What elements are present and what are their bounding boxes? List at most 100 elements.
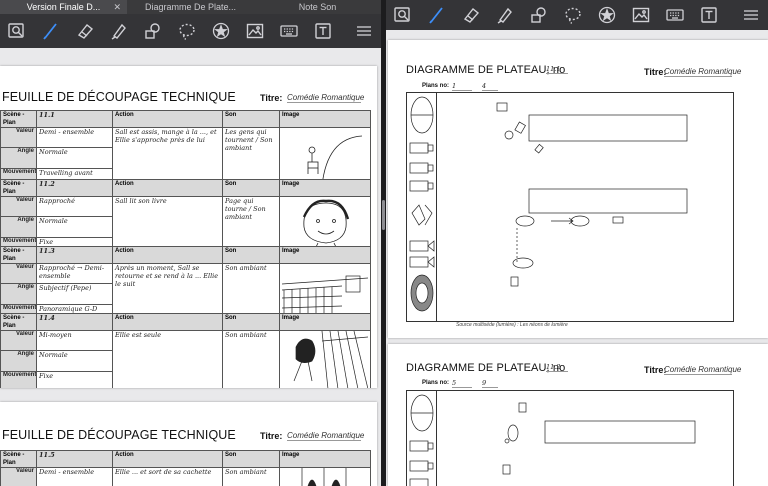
- action-cell[interactable]: Ellie ... et sort de sa cachette: [112, 467, 223, 486]
- keyboard-button[interactable]: [272, 16, 306, 46]
- son-header: Son: [222, 450, 280, 468]
- zoom-page-button[interactable]: [0, 16, 34, 46]
- action-header: Action: [112, 246, 223, 264]
- titre-label: Titre:: [260, 431, 283, 441]
- image-cell[interactable]: [279, 330, 371, 388]
- table-row: Valeur Demi - ensemble Ellie ... et sort…: [0, 467, 371, 486]
- stamp-button[interactable]: [204, 16, 238, 46]
- menu-button[interactable]: [734, 0, 768, 30]
- angle-value[interactable]: Normale: [36, 216, 113, 238]
- valeur-value[interactable]: Rapproché → Demi-ensemble: [36, 262, 113, 285]
- angle-value[interactable]: Normale: [36, 350, 113, 372]
- table-row: Scène - Plan 11.4 Action Son Image: [0, 313, 371, 331]
- angle-label: Angle: [0, 283, 37, 305]
- text-box-button[interactable]: [306, 16, 340, 46]
- son-cell[interactable]: Son ambiant: [222, 330, 280, 388]
- zoom-page-button[interactable]: [386, 0, 420, 30]
- image-header: Image: [279, 450, 371, 468]
- tab-note-son[interactable]: Note Son: [254, 0, 381, 14]
- pen-button[interactable]: [420, 0, 454, 30]
- eraser-button[interactable]: [454, 0, 488, 30]
- eraser-icon: [463, 8, 480, 23]
- diagram-number[interactable]: 11.1: [546, 65, 568, 74]
- image-header: Image: [279, 246, 371, 264]
- pen-icon: [43, 23, 57, 40]
- image-button[interactable]: [238, 16, 272, 46]
- camera-positions-column: [406, 390, 438, 486]
- close-icon[interactable]: ✕: [113, 0, 121, 14]
- keyboard-button[interactable]: [658, 0, 692, 30]
- set-plan-sketch: [496, 102, 688, 287]
- valeur-value[interactable]: Demi - ensemble: [36, 126, 113, 149]
- plan-number[interactable]: 11.5: [36, 450, 113, 468]
- storyboard-sketch: [307, 135, 363, 187]
- plan-number[interactable]: 11.2: [36, 179, 113, 197]
- table-row: Scène - Plan 11.1 Action Son Image: [0, 110, 371, 128]
- text-box-icon: [701, 7, 717, 23]
- valeur-label: Valeur: [0, 126, 37, 149]
- titre-label: Titre:: [260, 93, 283, 103]
- diagram-title: DIAGRAMME DE PLATEAU, no: [406, 64, 566, 76]
- image-button[interactable]: [624, 0, 658, 30]
- highlighter-icon: [111, 23, 126, 40]
- action-header: Action: [112, 450, 223, 468]
- plan-number[interactable]: 11.4: [36, 313, 113, 331]
- text-box-button[interactable]: [692, 0, 726, 30]
- scene-table: Scène - Plan 11.4 Action Son Image Valeu…: [0, 313, 371, 388]
- table-row: Valeur Rapproché → Demi-ensemble Après u…: [0, 262, 371, 325]
- plans-from[interactable]: 1: [452, 82, 472, 91]
- action-cell[interactable]: Ellie est seule: [112, 330, 223, 388]
- menu-button[interactable]: [347, 16, 381, 46]
- angle-value[interactable]: Normale: [36, 147, 113, 169]
- highlighter-icon: [497, 7, 512, 24]
- image-cell[interactable]: [279, 467, 371, 486]
- action-header: Action: [112, 179, 223, 197]
- zoom-page-icon: [8, 23, 24, 38]
- set-plan-area[interactable]: [436, 92, 734, 322]
- tab-label: Version Finale D...: [26, 2, 101, 12]
- lasso-button[interactable]: [170, 16, 204, 46]
- star-stamp-icon: [212, 22, 230, 40]
- set-plan-sketch: [502, 402, 696, 475]
- pen-button[interactable]: [34, 16, 68, 46]
- titre-value: Comédie Romantique: [287, 431, 365, 441]
- plan-number[interactable]: 11.1: [36, 110, 113, 128]
- highlighter-button[interactable]: [488, 0, 522, 30]
- highlighter-button[interactable]: [102, 16, 136, 46]
- lasso-button[interactable]: [556, 0, 590, 30]
- page-title: FEUILLE DE DÉCOUPAGE TECHNIQUE: [2, 90, 236, 104]
- lasso-icon: [179, 23, 195, 40]
- son-cell[interactable]: Son ambiant: [222, 467, 280, 486]
- diagram-note[interactable]: Source multiséde (lumière) : Les néons d…: [456, 322, 568, 328]
- page-title: FEUILLE DE DÉCOUPAGE TECHNIQUE: [2, 428, 236, 442]
- document-tab-bar: Version Finale D... ✕ Diagramme De Plate…: [0, 0, 381, 14]
- scene-plan-header: Scène - Plan: [0, 246, 37, 264]
- angle-value[interactable]: Subjectif (Pepe): [36, 283, 113, 305]
- table-row: Valeur Mi-moyen Ellie est seule Son ambi…: [0, 329, 371, 388]
- plans-from[interactable]: 5: [452, 379, 472, 388]
- plans-to[interactable]: 9: [482, 379, 498, 388]
- tab-diagramme-plateau[interactable]: Diagramme De Plate...: [127, 0, 254, 14]
- set-plan-area[interactable]: [436, 390, 734, 486]
- shapes-button[interactable]: [136, 16, 170, 46]
- shapes-button[interactable]: [522, 0, 556, 30]
- menu-icon: [357, 26, 371, 36]
- stamp-button[interactable]: [590, 0, 624, 30]
- mouvement-value[interactable]: Fixe: [36, 370, 113, 388]
- diagram-number[interactable]: 11.2: [546, 363, 568, 372]
- valeur-value[interactable]: Mi-moyen: [36, 329, 113, 352]
- scene-plan-header: Scène - Plan: [0, 450, 37, 468]
- action-header: Action: [112, 313, 223, 331]
- valeur-value[interactable]: Demi - ensemble: [36, 467, 113, 486]
- plans-to[interactable]: 4: [482, 82, 498, 91]
- split-view-handle[interactable]: [382, 200, 385, 230]
- image-header: Image: [279, 179, 371, 197]
- action-header: Action: [112, 110, 223, 128]
- eraser-button[interactable]: [68, 16, 102, 46]
- plan-number[interactable]: 11.3: [36, 246, 113, 264]
- tab-version-finale[interactable]: Version Finale D... ✕: [0, 0, 127, 14]
- menu-icon: [744, 10, 758, 20]
- valeur-value[interactable]: Rapproché: [36, 195, 113, 218]
- shapes-icon: [145, 23, 160, 39]
- pen-icon: [429, 7, 443, 24]
